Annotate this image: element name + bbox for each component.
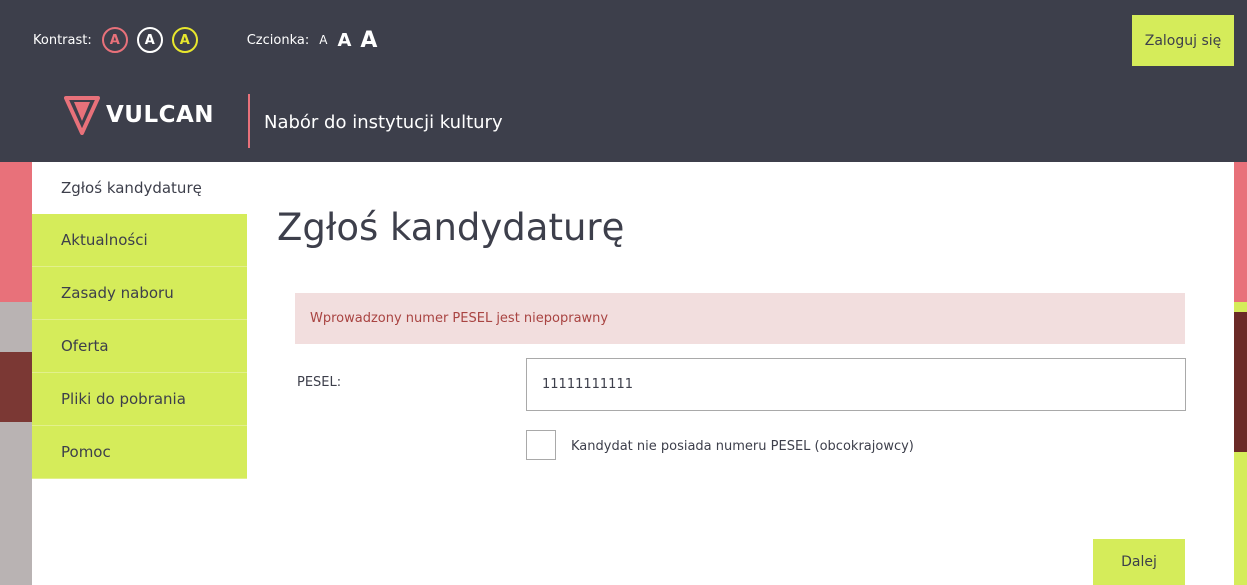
- page-content: Zgłoś kandydaturę Aktualności Zasady nab…: [32, 162, 1234, 585]
- login-button[interactable]: Zaloguj się: [1132, 15, 1234, 66]
- sidebar-item-zasady-naboru[interactable]: Zasady naboru: [32, 267, 247, 320]
- font-small-button[interactable]: A: [319, 33, 327, 47]
- background-right: [1234, 162, 1247, 585]
- no-pesel-label: Kandydat nie posiada numeru PESEL (obcok…: [571, 439, 914, 454]
- font-size-controls: Czcionka: A A A: [247, 28, 378, 53]
- sidebar-item-aktualnosci[interactable]: Aktualności: [32, 214, 247, 267]
- pesel-input[interactable]: [526, 358, 1186, 411]
- font-label: Czcionka:: [246, 32, 310, 48]
- contrast-label: Kontrast:: [33, 32, 92, 48]
- pesel-label: PESEL:: [297, 375, 342, 390]
- vulcan-shield-icon: [64, 96, 100, 135]
- no-pesel-checkbox[interactable]: [526, 430, 556, 460]
- sidebar-item-oferta[interactable]: Oferta: [32, 320, 247, 373]
- sidebar-item-zglos-kandydature[interactable]: Zgłoś kandydaturę: [32, 162, 247, 214]
- brand-name: VULCAN: [106, 102, 215, 128]
- header-divider: [248, 94, 250, 148]
- background-left: [0, 162, 32, 585]
- sidebar-item-pliki-do-pobrania[interactable]: Pliki do pobrania: [32, 373, 247, 426]
- contrast-yellow-button[interactable]: A: [171, 27, 198, 53]
- accessibility-toolbar: Kontrast: A A A Czcionka: A A A: [33, 24, 377, 56]
- top-header: Kontrast: A A A Czcionka: A A A Zaloguj …: [0, 0, 1247, 162]
- page-title: Zgłoś kandydaturę: [277, 206, 625, 249]
- contrast-default-button[interactable]: A: [101, 27, 128, 53]
- next-button[interactable]: Dalej: [1093, 539, 1185, 585]
- sidebar-menu: Aktualności Zasady naboru Oferta Pliki d…: [32, 214, 247, 479]
- contrast-white-button[interactable]: A: [136, 27, 163, 53]
- font-medium-button[interactable]: A: [337, 30, 351, 51]
- error-alert: Wprowadzony numer PESEL jest niepoprawny: [295, 293, 1185, 344]
- sidebar-item-pomoc[interactable]: Pomoc: [32, 426, 247, 479]
- vulcan-logo[interactable]: VULCAN: [64, 95, 214, 135]
- font-large-button[interactable]: A: [360, 28, 377, 53]
- app-title: Nabór do instytucji kultury: [264, 112, 503, 133]
